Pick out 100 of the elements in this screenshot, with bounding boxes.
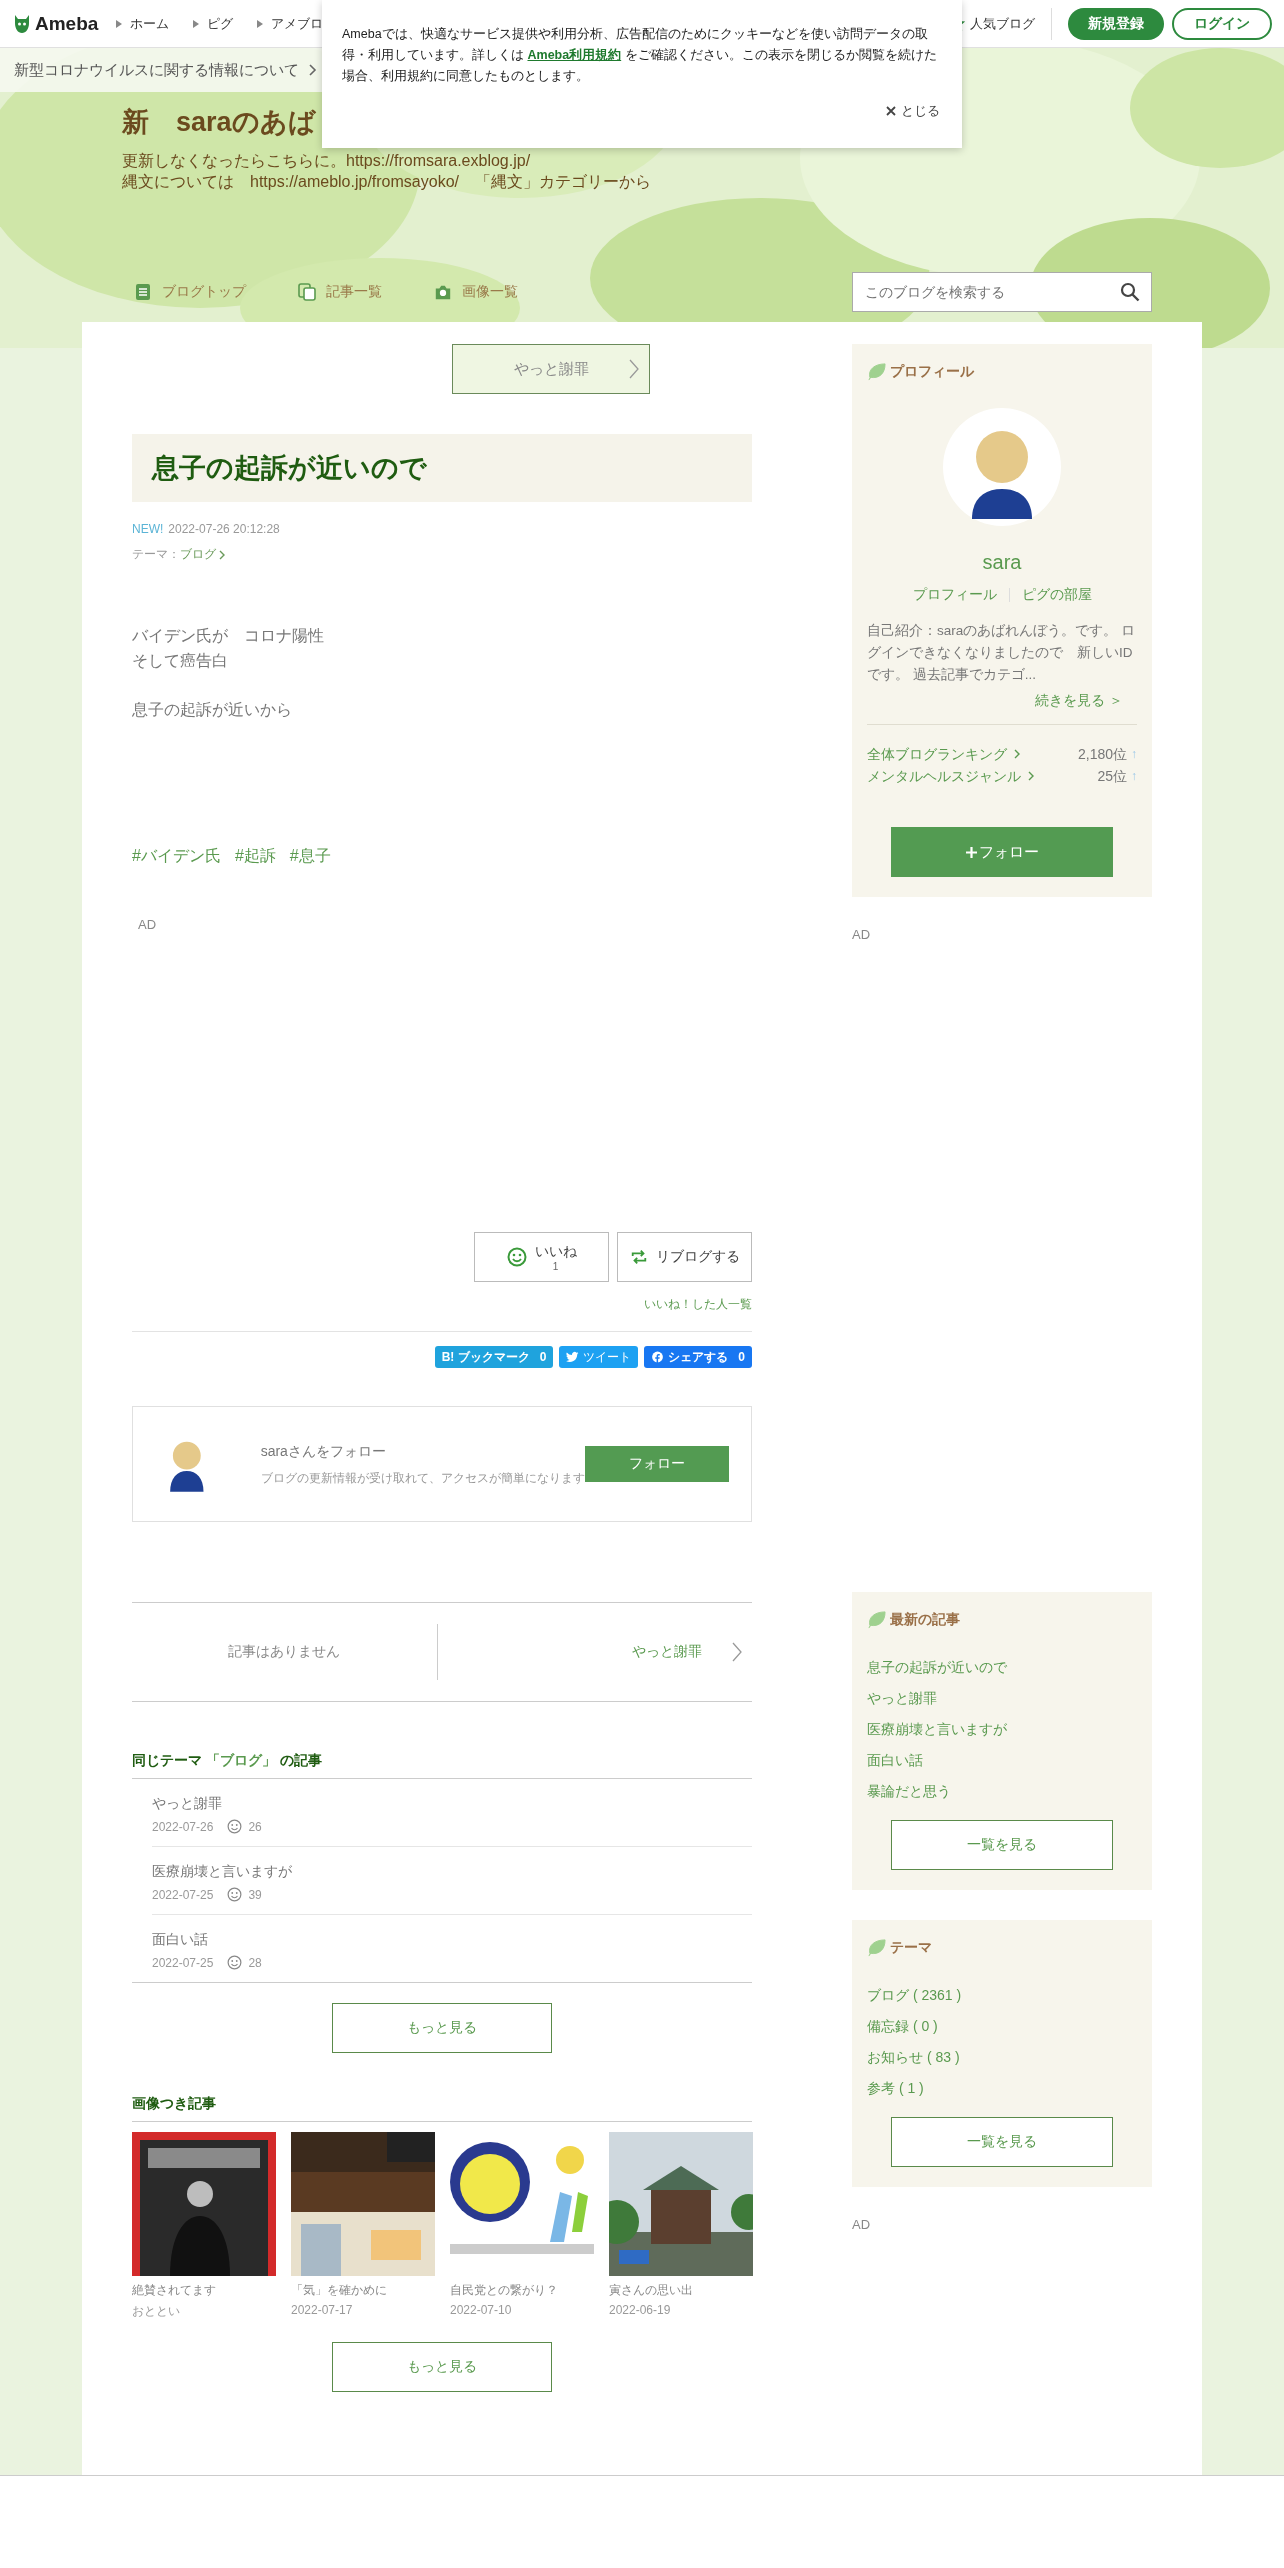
article-link[interactable]: 絶賛されてます [132,2282,276,2299]
likers-link[interactable]: いいね！した人一覧 [644,1296,752,1313]
caret-icon [257,19,264,28]
more-button[interactable]: もっと見る [332,2003,552,2053]
blog-description: 更新しなくなったらこちらに。https://fromsara.exblog.jp/ [122,151,532,171]
view-list-button[interactable]: 一覧を見る [891,2117,1113,2167]
reblog-button[interactable]: リブログする [617,1232,752,1282]
terms-link[interactable]: Ameba利用規約 [527,48,622,62]
article-link[interactable]: 面白い話 [152,1931,752,1949]
article-link[interactable]: 自民党との繋がり？ [450,2282,594,2299]
article-date: 2022-07-25 [152,1955,214,1970]
profile-link[interactable]: ピグの部屋 [1021,586,1092,604]
ranking-value: 25位 [1097,767,1127,786]
logo[interactable]: Ameba [35,12,99,35]
login-button[interactable]: ログイン [1172,7,1272,40]
bird-icon [566,1351,580,1363]
plus-icon [965,846,977,858]
like-icon [227,1887,243,1902]
theme-link[interactable]: ブログ ( 2361 ) [867,1987,1137,2004]
like-icon [227,1955,243,1970]
chevron-icon [629,359,639,379]
profile-name[interactable]: sara [867,551,1137,574]
ad-label: AD [852,927,872,942]
article-date: おととい [132,2303,181,2320]
avatar[interactable] [942,407,1062,527]
article-date: 2022-07-26 20:12:28 [168,522,280,536]
article-link[interactable]: 医療崩壊と言いますが [867,1721,1137,1738]
signup-button[interactable]: 新規登録 [1068,7,1164,40]
document-icon [134,283,152,301]
trend-arrow: ↑ [1131,768,1137,785]
article-link[interactable]: 面白い話 [867,1752,1137,1769]
previous-article-button[interactable]: やっと謝罪 [452,344,650,394]
card-heading: プロフィール [890,362,974,381]
nav-link[interactable]: ホーム [116,14,170,33]
camera-icon [434,283,452,301]
nav-link[interactable]: ピグ [193,14,234,33]
chevron-icon [1028,771,1034,781]
view-list-button[interactable]: 一覧を見る [891,1820,1113,1870]
profile-intro: 自己紹介：saraのあばれんぼう。です。 ログインできなくなりましたので 新しいIDです。 過去記事でカテゴ... [867,622,1136,684]
like-count: 39 [248,1887,262,1902]
theme-link[interactable]: 参考 ( 1 ) [867,2080,1137,2097]
notice-bar[interactable]: 新型コロナウイルスに関する情報について [0,48,323,92]
nav-link[interactable]: アメブロ [257,14,324,33]
leaf-icon [867,1610,886,1629]
chevron-icon [309,64,317,76]
hashtag-link[interactable]: #息子 [289,846,331,867]
theme-link[interactable]: ブログ [180,546,216,563]
caret-icon [193,19,200,28]
chevron-icon [1014,749,1020,759]
previous-article-text: 記事はありません [227,1643,342,1661]
follow-title: saraさんをフォロー [260,1442,387,1461]
close-button[interactable]: とじる [884,100,942,122]
ad-label: AD [138,917,158,932]
like-button[interactable]: いいね 1 [474,1232,609,1282]
share-button[interactable]: B! ブックマーク 0 [434,1346,554,1368]
follow-button[interactable]: フォロー [891,827,1113,877]
article-title: 息子の起訴が近いので [132,434,752,502]
close-icon [886,106,896,116]
article-link[interactable]: やっと謝罪 [867,1690,1137,1707]
article-link[interactable]: 息子の起訴が近いので [867,1659,1137,1676]
article-date: 2022-07-10 [450,2303,513,2317]
next-article-link[interactable]: やっと謝罪 [437,1642,752,1662]
ranking-link[interactable]: 全体ブログランキング [867,743,1007,765]
article-link[interactable]: 暴論だと思う [867,1783,1137,1800]
like-icon [227,1819,243,1834]
article-link[interactable]: 医療崩壊と言いますが [152,1863,752,1881]
article-text: 息子の起訴が近いから [132,700,293,720]
card-heading: テーマ [890,1938,932,1957]
chevron-icon [219,549,225,560]
smile-icon [506,1247,527,1267]
profile-link[interactable]: プロフィール [912,586,997,604]
article-link[interactable]: 寅さんの思い出 [609,2282,753,2299]
article-date: 2022-07-25 [152,1887,214,1902]
section-heading: 同じテーマ 「ブログ」 の記事 [132,1752,752,1779]
theme-link[interactable]: お知らせ ( 83 ) [867,2049,1137,2066]
share-button[interactable]: シェアする 0 [644,1346,752,1368]
hashtag-link[interactable]: #バイデン氏 [132,846,221,867]
facebook-icon [651,1351,665,1363]
theme-label: テーマ： [132,546,180,563]
more-button[interactable]: もっと見る [332,2342,552,2392]
section-heading: 画像つき記事 [132,2095,752,2122]
share-button[interactable]: ツイート [559,1346,639,1368]
hashtag-link[interactable]: #起訴 [234,846,276,867]
article-date: 2022-07-17 [291,2303,354,2317]
article-link[interactable]: やっと謝罪 [152,1795,752,1813]
leaf-icon [867,362,886,381]
search-icon[interactable] [1120,282,1140,302]
read-more-link[interactable]: 続きを見る ＞ [1035,692,1123,710]
ranking-link[interactable]: メンタルヘルスジャンル [867,765,1021,787]
blog-nav-link[interactable]: ブログトップ [134,283,246,301]
follow-button[interactable]: フォロー [584,1446,729,1482]
reblog-icon [629,1248,648,1266]
copy-icon [298,283,316,301]
blog-nav-link[interactable]: 画像一覧 [434,283,518,301]
chevron-icon [732,1642,742,1662]
blog-nav-link[interactable]: 記事一覧 [298,283,382,301]
article-link[interactable]: 「気」を確かめに [291,2282,435,2299]
trend-arrow: ↑ [1131,746,1137,763]
theme-link[interactable]: 備忘録 ( 0 ) [867,2018,1137,2035]
search-field[interactable]: このブログを検索する [852,272,1152,312]
